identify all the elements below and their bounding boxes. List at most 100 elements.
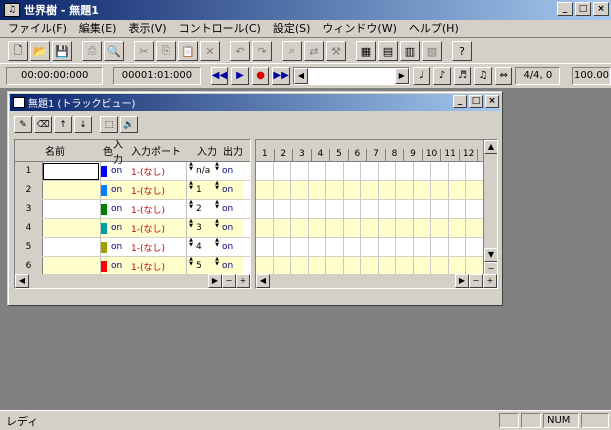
output-spinner[interactable]: ▲▼ bbox=[213, 219, 221, 237]
input-on-toggle[interactable]: on bbox=[111, 200, 129, 218]
input-ch-cell[interactable]: 1 bbox=[195, 181, 213, 199]
grid-cell[interactable] bbox=[274, 219, 292, 237]
scroll-left-icon[interactable]: ◀ bbox=[15, 274, 29, 288]
grid-cell[interactable] bbox=[361, 219, 379, 237]
menu-settings[interactable]: 設定(S) bbox=[267, 20, 317, 38]
input-on-toggle[interactable]: on bbox=[111, 181, 129, 199]
close-button[interactable]: × bbox=[593, 2, 609, 16]
grid-cell[interactable] bbox=[309, 219, 327, 237]
grid-cell[interactable] bbox=[344, 181, 362, 199]
output-on-toggle[interactable]: on bbox=[221, 219, 243, 237]
input-ch-cell[interactable]: 3 bbox=[195, 219, 213, 237]
piano-roll-icon[interactable]: ▤ bbox=[378, 41, 398, 61]
grid-cell[interactable] bbox=[256, 162, 274, 180]
grid-cell[interactable] bbox=[274, 238, 292, 256]
input-ch-cell[interactable]: 5 bbox=[195, 257, 213, 275]
grid-cell[interactable] bbox=[344, 257, 362, 275]
grid-cell[interactable] bbox=[309, 162, 327, 180]
grid-cell[interactable] bbox=[396, 200, 414, 218]
grid-cell[interactable] bbox=[344, 162, 362, 180]
minimize-button[interactable]: _ bbox=[557, 2, 573, 16]
track-name-cell[interactable] bbox=[43, 238, 101, 256]
input-on-toggle[interactable]: on bbox=[111, 257, 129, 275]
input-ch-spinner[interactable]: ▲▼ bbox=[187, 200, 195, 218]
print-icon[interactable]: ⎙ bbox=[82, 41, 102, 61]
new-file-icon[interactable]: 🗋 bbox=[8, 41, 28, 61]
grid-cell[interactable] bbox=[291, 219, 309, 237]
track-name-cell[interactable] bbox=[43, 181, 101, 199]
grid-cell[interactable] bbox=[466, 219, 484, 237]
grid-cell[interactable] bbox=[466, 181, 484, 199]
grid-cell[interactable] bbox=[414, 181, 432, 199]
grid-cell[interactable] bbox=[361, 162, 379, 180]
cut-icon[interactable]: ✂ bbox=[134, 41, 154, 61]
grid-scroll-right-icon[interactable]: ▶ bbox=[455, 274, 469, 288]
grid-cell[interactable] bbox=[431, 238, 449, 256]
input-ch-spinner[interactable]: ▲▼ bbox=[187, 181, 195, 199]
input-ch-spinner[interactable]: ▲▼ bbox=[187, 219, 195, 237]
grid-cell[interactable] bbox=[291, 257, 309, 275]
output-on-toggle[interactable]: on bbox=[221, 238, 243, 256]
grid-zoom-in-icon[interactable]: + bbox=[483, 274, 497, 288]
grid-cell[interactable] bbox=[326, 238, 344, 256]
grid-scroll-left-icon[interactable]: ◀ bbox=[256, 274, 270, 288]
grid-cell[interactable] bbox=[414, 257, 432, 275]
scroll-right-icon[interactable]: ▶ bbox=[208, 274, 222, 288]
grid-cell[interactable] bbox=[344, 200, 362, 218]
output-spinner[interactable]: ▲▼ bbox=[213, 238, 221, 256]
input-ch-spinner[interactable]: ▲▼ bbox=[187, 238, 195, 256]
grid-row[interactable] bbox=[256, 162, 484, 181]
track-name-cell[interactable] bbox=[43, 219, 101, 237]
undo-icon[interactable]: ↶ bbox=[230, 41, 250, 61]
grid-cell[interactable] bbox=[379, 219, 397, 237]
tool-icon[interactable]: ⚒ bbox=[326, 41, 346, 61]
input-ch-cell[interactable]: 2 bbox=[195, 200, 213, 218]
record-icon[interactable]: ● bbox=[251, 66, 270, 85]
grid-cell[interactable] bbox=[326, 257, 344, 275]
grid-cell[interactable] bbox=[414, 162, 432, 180]
grid-cell[interactable] bbox=[379, 257, 397, 275]
up-arrow-icon[interactable]: ↑ bbox=[54, 116, 72, 133]
metronome-icon[interactable]: ♩ bbox=[412, 66, 431, 85]
select-icon[interactable]: ⬚ bbox=[100, 116, 118, 133]
grid-cell[interactable] bbox=[431, 162, 449, 180]
menu-help[interactable]: ヘルプ(H) bbox=[403, 20, 465, 38]
grid-cell[interactable] bbox=[274, 257, 292, 275]
grid-cell[interactable] bbox=[344, 238, 362, 256]
menu-view[interactable]: 表示(V) bbox=[122, 20, 172, 38]
grid-cell[interactable] bbox=[414, 200, 432, 218]
grid-cell[interactable] bbox=[256, 219, 274, 237]
menu-window[interactable]: ウィンドウ(W) bbox=[316, 20, 402, 38]
down-arrow-icon[interactable]: ↓ bbox=[74, 116, 92, 133]
grid-cell[interactable] bbox=[431, 181, 449, 199]
grid-cell[interactable] bbox=[379, 238, 397, 256]
slider-right-icon[interactable]: ▶ bbox=[394, 67, 409, 84]
scroll-up-icon[interactable]: ▲ bbox=[484, 140, 497, 154]
grid-cell[interactable] bbox=[309, 238, 327, 256]
eraser-icon[interactable]: ⌫ bbox=[34, 116, 52, 133]
grid-cell[interactable] bbox=[431, 200, 449, 218]
grid-cell[interactable] bbox=[274, 200, 292, 218]
grid-cell[interactable] bbox=[326, 162, 344, 180]
auto-play-icon[interactable]: ♫ bbox=[474, 66, 492, 85]
track-name-cell[interactable] bbox=[43, 162, 101, 180]
redo-icon[interactable]: ↷ bbox=[252, 41, 272, 61]
track-color-cell[interactable] bbox=[101, 257, 111, 275]
input-ch-spinner[interactable]: ▲▼ bbox=[187, 257, 195, 275]
track-color-cell[interactable] bbox=[101, 200, 111, 218]
output-spinner[interactable]: ▲▼ bbox=[213, 257, 221, 275]
grid-row[interactable] bbox=[256, 200, 484, 219]
sync-icon[interactable]: ⇔ bbox=[494, 66, 513, 85]
track-row[interactable]: 2 on 1-(なし) ▲ ▼ 1 ▲ ▼ on bbox=[15, 181, 250, 200]
output-on-toggle[interactable]: on bbox=[221, 257, 243, 275]
track-row[interactable]: 4 on 1-(なし) ▲ ▼ 3 ▲ ▼ on bbox=[15, 219, 250, 238]
grid-cell[interactable] bbox=[256, 238, 274, 256]
input-port-cell[interactable]: 1-(なし) bbox=[129, 181, 187, 199]
grid-cell[interactable] bbox=[361, 257, 379, 275]
pencil-icon[interactable]: ✎ bbox=[14, 116, 32, 133]
track-list-hscrollbar[interactable]: ◀ ▶ − + bbox=[15, 274, 250, 288]
menu-edit[interactable]: 編集(E) bbox=[73, 20, 123, 38]
grid-cell[interactable] bbox=[396, 238, 414, 256]
track-color-cell[interactable] bbox=[101, 181, 111, 199]
track-name-cell[interactable] bbox=[43, 200, 101, 218]
